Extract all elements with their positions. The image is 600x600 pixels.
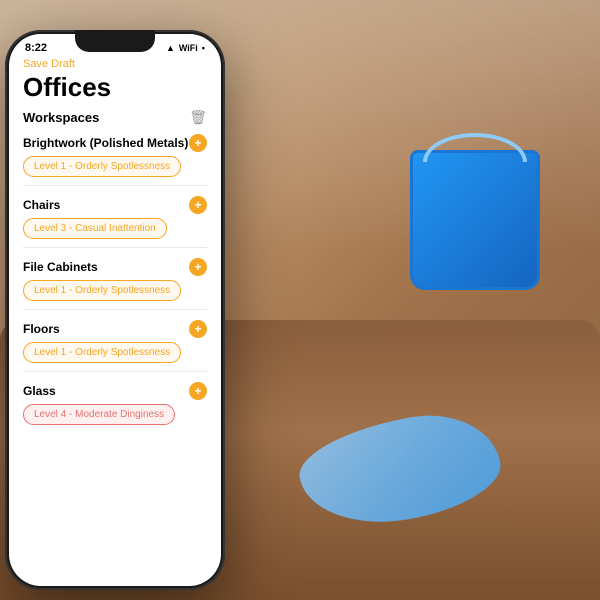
- delete-icon[interactable]: 🗑: [189, 109, 207, 126]
- level-badge[interactable]: Level 1 - Orderly Spotlessness: [23, 156, 181, 177]
- add-workspace-button[interactable]: +: [189, 196, 207, 214]
- workspace-name: Glass: [23, 384, 56, 398]
- status-icons: ▲ WiFi ▪: [166, 43, 205, 53]
- section-header: Workspaces 🗑: [23, 109, 207, 126]
- workspace-list: Brightwork (Polished Metals) + Level 1 -…: [23, 134, 207, 425]
- phone: 8:22 ▲ WiFi ▪ Save Draft Offices Workspa…: [5, 30, 225, 590]
- battery-icon: ▪: [202, 43, 205, 53]
- workspace-item: Glass + Level 4 - Moderate Dinginess: [23, 382, 207, 425]
- divider: [23, 185, 207, 186]
- workspace-name: Brightwork (Polished Metals): [23, 136, 188, 150]
- phone-screen: 8:22 ▲ WiFi ▪ Save Draft Offices Workspa…: [9, 34, 221, 586]
- workspace-name-row: Chairs +: [23, 196, 207, 214]
- page-title: Offices: [23, 72, 207, 103]
- section-title: Workspaces: [23, 110, 99, 125]
- cleaning-bucket: [410, 150, 540, 290]
- workspace-item: Floors + Level 1 - Orderly Spotlessness: [23, 320, 207, 372]
- add-workspace-button[interactable]: +: [189, 258, 207, 276]
- workspace-item: Chairs + Level 3 - Casual Inattention: [23, 196, 207, 248]
- workspace-item: File Cabinets + Level 1 - Orderly Spotle…: [23, 258, 207, 310]
- workspace-name: File Cabinets: [23, 260, 98, 274]
- add-workspace-button[interactable]: +: [189, 382, 207, 400]
- workspace-name-row: Glass +: [23, 382, 207, 400]
- divider: [23, 309, 207, 310]
- app-content: Save Draft Offices Workspaces 🗑 Brightwo…: [9, 58, 221, 578]
- save-draft-link[interactable]: Save Draft: [23, 58, 207, 70]
- add-workspace-button[interactable]: +: [189, 320, 207, 338]
- status-time: 8:22: [25, 42, 47, 54]
- divider: [23, 247, 207, 248]
- wifi-icon: WiFi: [179, 43, 198, 53]
- level-badge[interactable]: Level 1 - Orderly Spotlessness: [23, 280, 181, 301]
- workspace-item: Brightwork (Polished Metals) + Level 1 -…: [23, 134, 207, 186]
- signal-icon: ▲: [166, 43, 175, 53]
- workspace-name-row: Floors +: [23, 320, 207, 338]
- workspace-name-row: Brightwork (Polished Metals) +: [23, 134, 207, 152]
- add-workspace-button[interactable]: +: [189, 134, 207, 152]
- level-badge[interactable]: Level 4 - Moderate Dinginess: [23, 404, 175, 425]
- workspace-name-row: File Cabinets +: [23, 258, 207, 276]
- workspace-name: Floors: [23, 322, 60, 336]
- workspace-name: Chairs: [23, 198, 60, 212]
- phone-body: 8:22 ▲ WiFi ▪ Save Draft Offices Workspa…: [5, 30, 225, 590]
- divider: [23, 371, 207, 372]
- level-badge[interactable]: Level 1 - Orderly Spotlessness: [23, 342, 181, 363]
- level-badge[interactable]: Level 3 - Casual Inattention: [23, 218, 167, 239]
- phone-notch: [75, 30, 155, 52]
